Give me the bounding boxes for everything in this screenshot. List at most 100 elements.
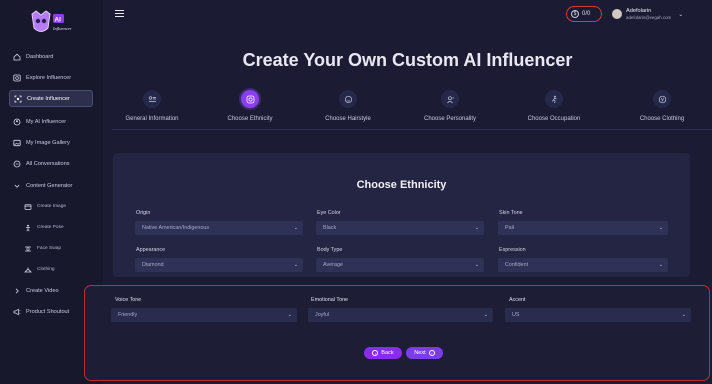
sidebar-item-create-pose[interactable]: Create Pose (20, 219, 93, 236)
chevron-down-icon: ⌄ (293, 262, 298, 268)
image-search-icon (13, 74, 21, 82)
step-label: Choose Clothing (639, 116, 685, 122)
skin-tone-value: Pail (505, 225, 514, 231)
emotional-tone-value: Joyful (315, 312, 330, 318)
origin-label: Origin (136, 210, 151, 216)
megaphone-icon (13, 308, 21, 316)
sidebar-item-label: Content Generator (26, 182, 73, 189)
voice-tone-value: Friendly (118, 312, 138, 318)
user-info: Adefolarin adefolarin@vegah.com (626, 8, 671, 19)
accent-label: Accent (509, 297, 526, 303)
body-type-select[interactable]: Average ⌄ (316, 258, 484, 272)
step-label: Choose Personality (423, 116, 477, 122)
step-choose-occupation[interactable]: Choose Occupation (506, 90, 602, 122)
sidebar-item-label: All Conversations (26, 160, 70, 167)
voice-tone-select[interactable]: Friendly ⌄ (111, 308, 297, 322)
user-email: adefolarin@vegah.com (626, 14, 672, 20)
step-general-information[interactable]: General Information (104, 90, 200, 122)
home-icon (13, 53, 21, 61)
sidebar-item-create-video[interactable]: Create Video (9, 282, 93, 299)
sidebar-item-label: My Image Gallery (26, 139, 70, 146)
next-button-label: Next (414, 350, 426, 356)
sidebar-item-face-swap[interactable]: Face Swap (20, 240, 93, 257)
coin-icon: $ (571, 10, 579, 18)
sidebar-item-content-generator[interactable]: Content Generator (9, 177, 93, 194)
appearance-label: Appearance (136, 247, 166, 253)
sidebar-item-label: Create Image (37, 204, 67, 209)
accent-select[interactable]: US ⌄ (505, 308, 691, 322)
sidebar-item-label: Face Swap (37, 246, 61, 251)
eye-color-value: Black (323, 225, 337, 231)
origin-select[interactable]: Native American/Indigenous ⌄ (135, 221, 303, 235)
eye-color-select[interactable]: Black ⌄ (316, 221, 484, 235)
face-swap-icon (24, 245, 32, 253)
arrow-left-icon: ‹ (372, 350, 379, 356)
sidebar-item-label: Create Influencer (27, 95, 70, 102)
credits-count: 0/0 (582, 11, 591, 17)
voice-tone-label: Voice Tone (115, 297, 142, 303)
step-choose-ethnicity[interactable]: Choose Ethnicity (202, 90, 298, 122)
step-choose-clothing[interactable]: Choose Clothing (614, 90, 710, 122)
sidebar-item-create-influencer[interactable]: Create Influencer (9, 90, 93, 107)
pose-icon (24, 224, 32, 232)
eye-color-label: Eye Color (317, 210, 341, 216)
sidebar-item-dashboard[interactable]: Dashboard (9, 48, 93, 65)
step-label: General Information (125, 116, 179, 122)
user-menu[interactable]: Adefolarin adefolarin@vegah.com ⌄ (612, 6, 710, 22)
skin-tone-label: Skin Tone (499, 210, 523, 216)
app-window: AI Influencer Dashboard Explore Influenc… (0, 0, 712, 384)
back-button[interactable]: ‹ Back (364, 347, 402, 359)
face-icon (339, 90, 357, 108)
sidebar-item-label: Dashboard (26, 53, 54, 60)
step-choose-hairstyle[interactable]: Choose Hairstyle (300, 90, 396, 122)
refresh-user-icon (13, 118, 21, 126)
scan-face-icon (14, 95, 22, 103)
chevron-down-icon: ⌄ (658, 262, 663, 268)
sidebar-item-my-ai-influencer[interactable]: My AI Influencer (9, 113, 93, 130)
sidebar-item-label: Clothing (37, 267, 55, 272)
step-label: Choose Occupation (527, 116, 581, 122)
page-title: Create Your Own Custom AI Influencer (242, 50, 573, 70)
form-title: Choose Ethnicity (356, 179, 447, 191)
chevron-down-icon: ⌄ (483, 312, 488, 318)
top-bar: $ 0/0 Adefolarin adefolarin@vegah.com ⌄ (103, 0, 712, 28)
sidebar-item-my-image-gallery[interactable]: My Image Gallery (9, 134, 93, 151)
expression-value: Confident (505, 262, 529, 268)
sidebar-item-all-conversations[interactable]: All Conversations (9, 155, 93, 172)
hanger-icon (24, 266, 32, 274)
ethnicity-form-card: Choose Ethnicity Origin Native American/… (113, 153, 690, 277)
next-button[interactable]: Next › (406, 347, 443, 359)
sidebar-item-create-image[interactable]: Create Image (20, 198, 93, 215)
chat-icon (13, 160, 21, 168)
sidebar-item-product-shoutout[interactable]: Product Shoutout (9, 303, 93, 320)
sidebar-item-label: My AI Influencer (26, 118, 67, 125)
skin-tone-select[interactable]: Pail ⌄ (498, 221, 668, 235)
emotional-tone-select[interactable]: Joyful ⌄ (308, 308, 493, 322)
expression-select[interactable]: Confident ⌄ (498, 258, 668, 272)
logo[interactable]: AI Influencer (26, 8, 96, 38)
step-label: Choose Ethnicity (227, 116, 273, 122)
image-icon (24, 203, 32, 211)
chevron-down-icon: ⌄ (658, 225, 663, 231)
globe-icon (241, 90, 259, 108)
step-choose-personality[interactable]: Choose Personality (402, 90, 498, 122)
sliders-icon (143, 90, 161, 108)
sidebar-item-label: Explore Influencer (26, 74, 72, 81)
body-type-value: Average (323, 262, 343, 268)
origin-value: Native American/Indigenous (142, 225, 210, 231)
step-label: Choose Hairstyle (325, 116, 371, 122)
credits-badge[interactable]: $ 0/0 (566, 6, 602, 22)
voice-settings-panel: Voice Tone Friendly ⌄ Emotional Tone Joy… (84, 285, 710, 381)
sidebar-item-explore-influencer[interactable]: Explore Influencer (9, 69, 93, 86)
emotional-tone-label: Emotional Tone (311, 297, 349, 303)
chevron-down-icon: ⌄ (474, 225, 479, 231)
svg-text:Influencer: Influencer (52, 26, 72, 31)
avatar (612, 9, 622, 19)
sidebar-item-clothing[interactable]: Clothing (20, 261, 93, 278)
menu-icon[interactable] (115, 10, 124, 18)
body-type-label: Body Type (317, 247, 343, 253)
appearance-select[interactable]: Diamond ⌄ (135, 258, 303, 272)
sidebar-item-label: Create Video (26, 287, 59, 294)
chevron-right-icon (13, 287, 21, 295)
chevron-down-icon: ⌄ (678, 11, 684, 18)
